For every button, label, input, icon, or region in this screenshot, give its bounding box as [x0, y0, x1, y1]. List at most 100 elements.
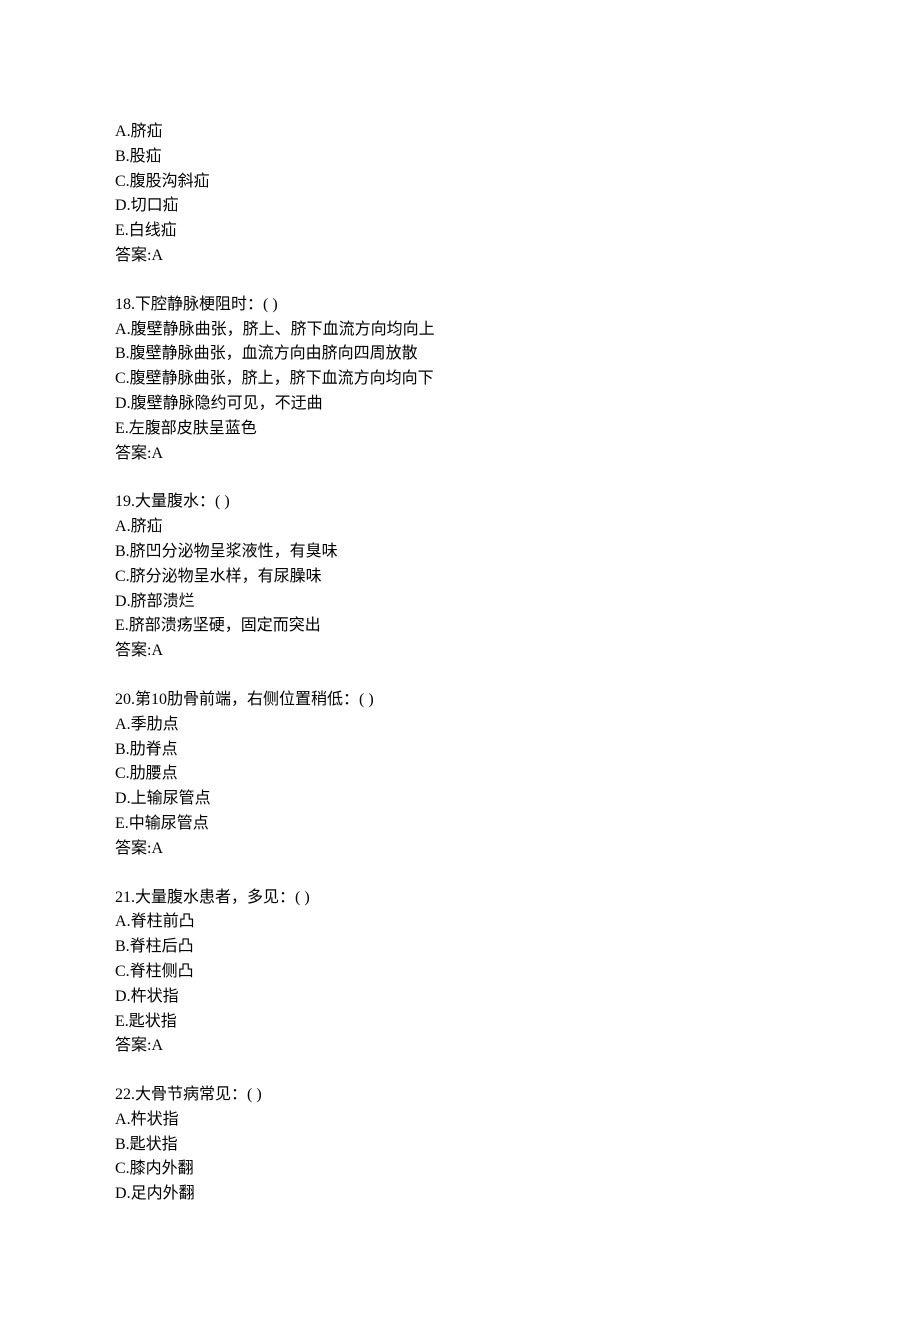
option-text: 腹壁静脉曲张，脐上，脐下血流方向均向下 — [130, 370, 434, 387]
option-letter: C — [115, 370, 126, 387]
option-a: A.杵状指 — [115, 1108, 805, 1133]
option-d: D.上输尿管点 — [115, 787, 805, 812]
option-d: D.杵状指 — [115, 985, 805, 1010]
question-block: 18.下腔静脉梗阻时：( ) A.腹壁静脉曲张，脐上、脐下血流方向均向上 B.腹… — [115, 293, 805, 467]
option-letter: A — [115, 716, 127, 733]
option-text: 左腹部皮肤呈蓝色 — [129, 420, 257, 437]
option-text: 季肋点 — [131, 716, 179, 733]
answer-line: 答案:A — [115, 837, 805, 862]
question-text: 第10肋骨前端，右侧位置稍低：( ) — [135, 691, 374, 708]
option-text: 腹壁静脉曲张，血流方向由脐向四周放散 — [130, 345, 418, 362]
option-letter: C — [115, 1160, 126, 1177]
question-block: 20.第10肋骨前端，右侧位置稍低：( ) A.季肋点 B.肋脊点 C.肋腰点 … — [115, 688, 805, 862]
question-stem: 20.第10肋骨前端，右侧位置稍低：( ) — [115, 688, 805, 713]
option-letter: E — [115, 1013, 125, 1030]
option-b: B.脐凹分泌物呈浆液性，有臭味 — [115, 540, 805, 565]
question-text: 下腔静脉梗阻时：( ) — [135, 296, 278, 313]
option-letter: E — [115, 617, 125, 634]
answer-value: A — [151, 247, 163, 264]
question-stem: 21.大量腹水患者，多见：( ) — [115, 886, 805, 911]
option-e: E.匙状指 — [115, 1010, 805, 1035]
option-b: B.肋脊点 — [115, 738, 805, 763]
answer-label: 答案: — [115, 247, 151, 264]
option-text: 杵状指 — [131, 1111, 179, 1128]
answer-label: 答案: — [115, 840, 151, 857]
answer-line: 答案:A — [115, 639, 805, 664]
option-text: 杵状指 — [131, 988, 179, 1005]
answer-value: A — [151, 445, 163, 462]
option-letter: B — [115, 345, 126, 362]
question-block: 19.大量腹水：( ) A.脐疝 B.脐凹分泌物呈浆液性，有臭味 C.脐分泌物呈… — [115, 490, 805, 664]
option-text: 腹股沟斜疝 — [130, 173, 210, 190]
option-b: B.腹壁静脉曲张，血流方向由脐向四周放散 — [115, 342, 805, 367]
option-text: 脊柱前凸 — [131, 913, 195, 930]
answer-label: 答案: — [115, 1037, 151, 1054]
option-text: 肋脊点 — [130, 741, 178, 758]
option-letter: C — [115, 568, 126, 585]
answer-line: 答案:A — [115, 1034, 805, 1059]
option-letter: D — [115, 790, 127, 807]
option-text: 脊柱后凸 — [130, 938, 194, 955]
option-letter: B — [115, 938, 126, 955]
option-d: D.脐部溃烂 — [115, 590, 805, 615]
option-letter: A — [115, 1111, 127, 1128]
question-number: 20. — [115, 691, 135, 708]
option-text: 膝内外翻 — [130, 1160, 194, 1177]
option-letter: E — [115, 222, 125, 239]
question-text: 大骨节病常见：( ) — [135, 1086, 262, 1103]
answer-label: 答案: — [115, 445, 151, 462]
option-c: C.腹壁静脉曲张，脐上，脐下血流方向均向下 — [115, 367, 805, 392]
option-e: E.脐部溃疡坚硬，固定而突出 — [115, 614, 805, 639]
option-a: A.脐疝 — [115, 120, 805, 145]
answer-value: A — [151, 1037, 163, 1054]
option-b: B.匙状指 — [115, 1133, 805, 1158]
question-block: A.脐疝 B.股疝 C.腹股沟斜疝 D.切口疝 E.白线疝 答案:A — [115, 120, 805, 269]
question-stem: 22.大骨节病常见：( ) — [115, 1083, 805, 1108]
option-text: 匙状指 — [130, 1136, 178, 1153]
option-letter: E — [115, 420, 125, 437]
question-text: 大量腹水患者，多见：( ) — [135, 889, 310, 906]
option-a: A.季肋点 — [115, 713, 805, 738]
option-a: A.脊柱前凸 — [115, 910, 805, 935]
question-number: 19. — [115, 493, 135, 510]
option-a: A.腹壁静脉曲张，脐上、脐下血流方向均向上 — [115, 318, 805, 343]
document-page: A.脐疝 B.股疝 C.腹股沟斜疝 D.切口疝 E.白线疝 答案:A 18.下腔… — [0, 0, 920, 1331]
option-letter: D — [115, 197, 127, 214]
question-stem: 18.下腔静脉梗阻时：( ) — [115, 293, 805, 318]
answer-value: A — [151, 642, 163, 659]
option-letter: B — [115, 543, 126, 560]
option-letter: D — [115, 1185, 127, 1202]
option-letter: C — [115, 963, 126, 980]
option-text: 腹壁静脉曲张，脐上、脐下血流方向均向上 — [131, 321, 435, 338]
option-text: 脐部溃疡坚硬，固定而突出 — [129, 617, 321, 634]
option-text: 股疝 — [130, 148, 162, 165]
question-stem: 19.大量腹水：( ) — [115, 490, 805, 515]
option-letter: E — [115, 815, 125, 832]
answer-value: A — [151, 840, 163, 857]
option-c: C.膝内外翻 — [115, 1157, 805, 1182]
question-block: 22.大骨节病常见：( ) A.杵状指 B.匙状指 C.膝内外翻 D.足内外翻 — [115, 1083, 805, 1207]
answer-label: 答案: — [115, 642, 151, 659]
option-letter: D — [115, 395, 127, 412]
option-b: B.脊柱后凸 — [115, 935, 805, 960]
option-letter: D — [115, 988, 127, 1005]
option-text: 脊柱侧凸 — [130, 963, 194, 980]
option-letter: C — [115, 765, 126, 782]
option-letter: A — [115, 913, 127, 930]
option-text: 脐分泌物呈水样，有尿臊味 — [130, 568, 322, 585]
option-d: D.腹壁静脉隐约可见，不迂曲 — [115, 392, 805, 417]
question-text: 大量腹水：( ) — [135, 493, 230, 510]
option-e: E.左腹部皮肤呈蓝色 — [115, 417, 805, 442]
answer-line: 答案:A — [115, 442, 805, 467]
option-b: B.股疝 — [115, 145, 805, 170]
option-letter: B — [115, 148, 126, 165]
option-c: C.腹股沟斜疝 — [115, 170, 805, 195]
option-d: D.切口疝 — [115, 194, 805, 219]
option-text: 肋腰点 — [130, 765, 178, 782]
option-text: 脐部溃烂 — [131, 593, 195, 610]
question-number: 22. — [115, 1086, 135, 1103]
option-e: E.白线疝 — [115, 219, 805, 244]
option-text: 脐凹分泌物呈浆液性，有臭味 — [130, 543, 338, 560]
option-c: C.肋腰点 — [115, 762, 805, 787]
option-text: 腹壁静脉隐约可见，不迂曲 — [131, 395, 323, 412]
